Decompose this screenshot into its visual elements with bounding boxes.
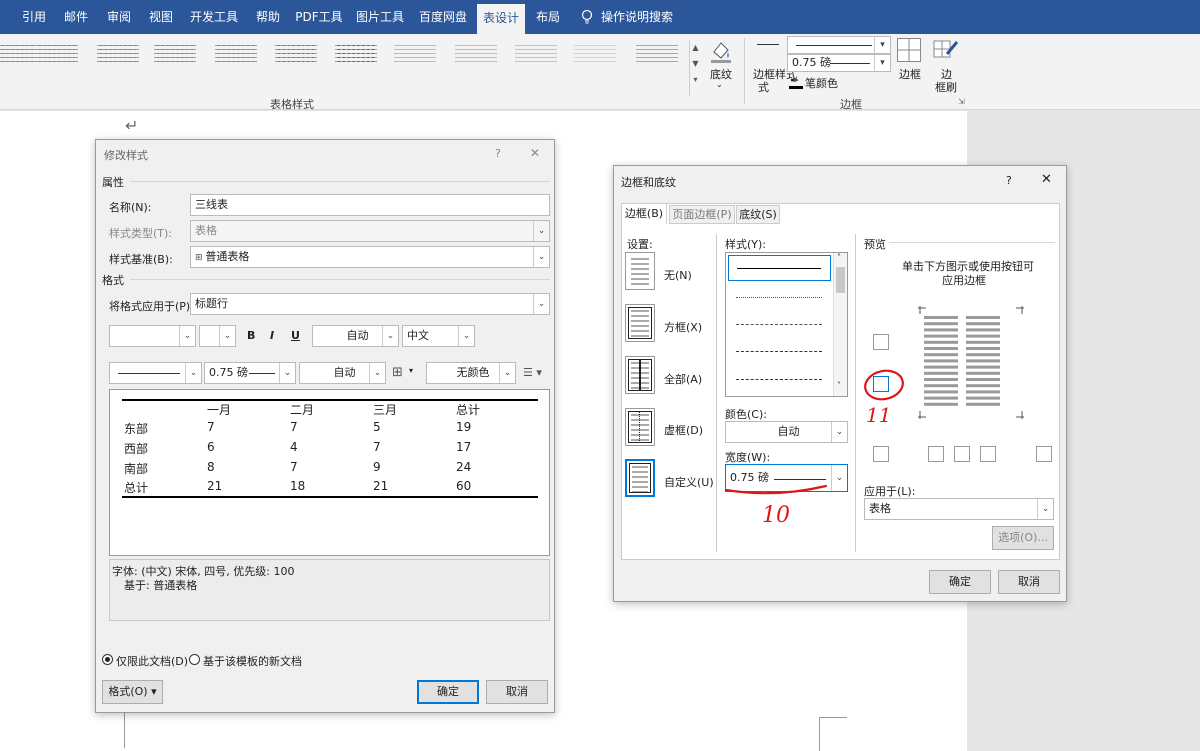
- annotation-eleven: 11: [866, 403, 892, 427]
- underline-mark: [724, 484, 828, 495]
- handwritten-annotations: [724, 369, 904, 495]
- circle-mark: [864, 369, 904, 401]
- annotation-ten: 10: [762, 503, 790, 528]
